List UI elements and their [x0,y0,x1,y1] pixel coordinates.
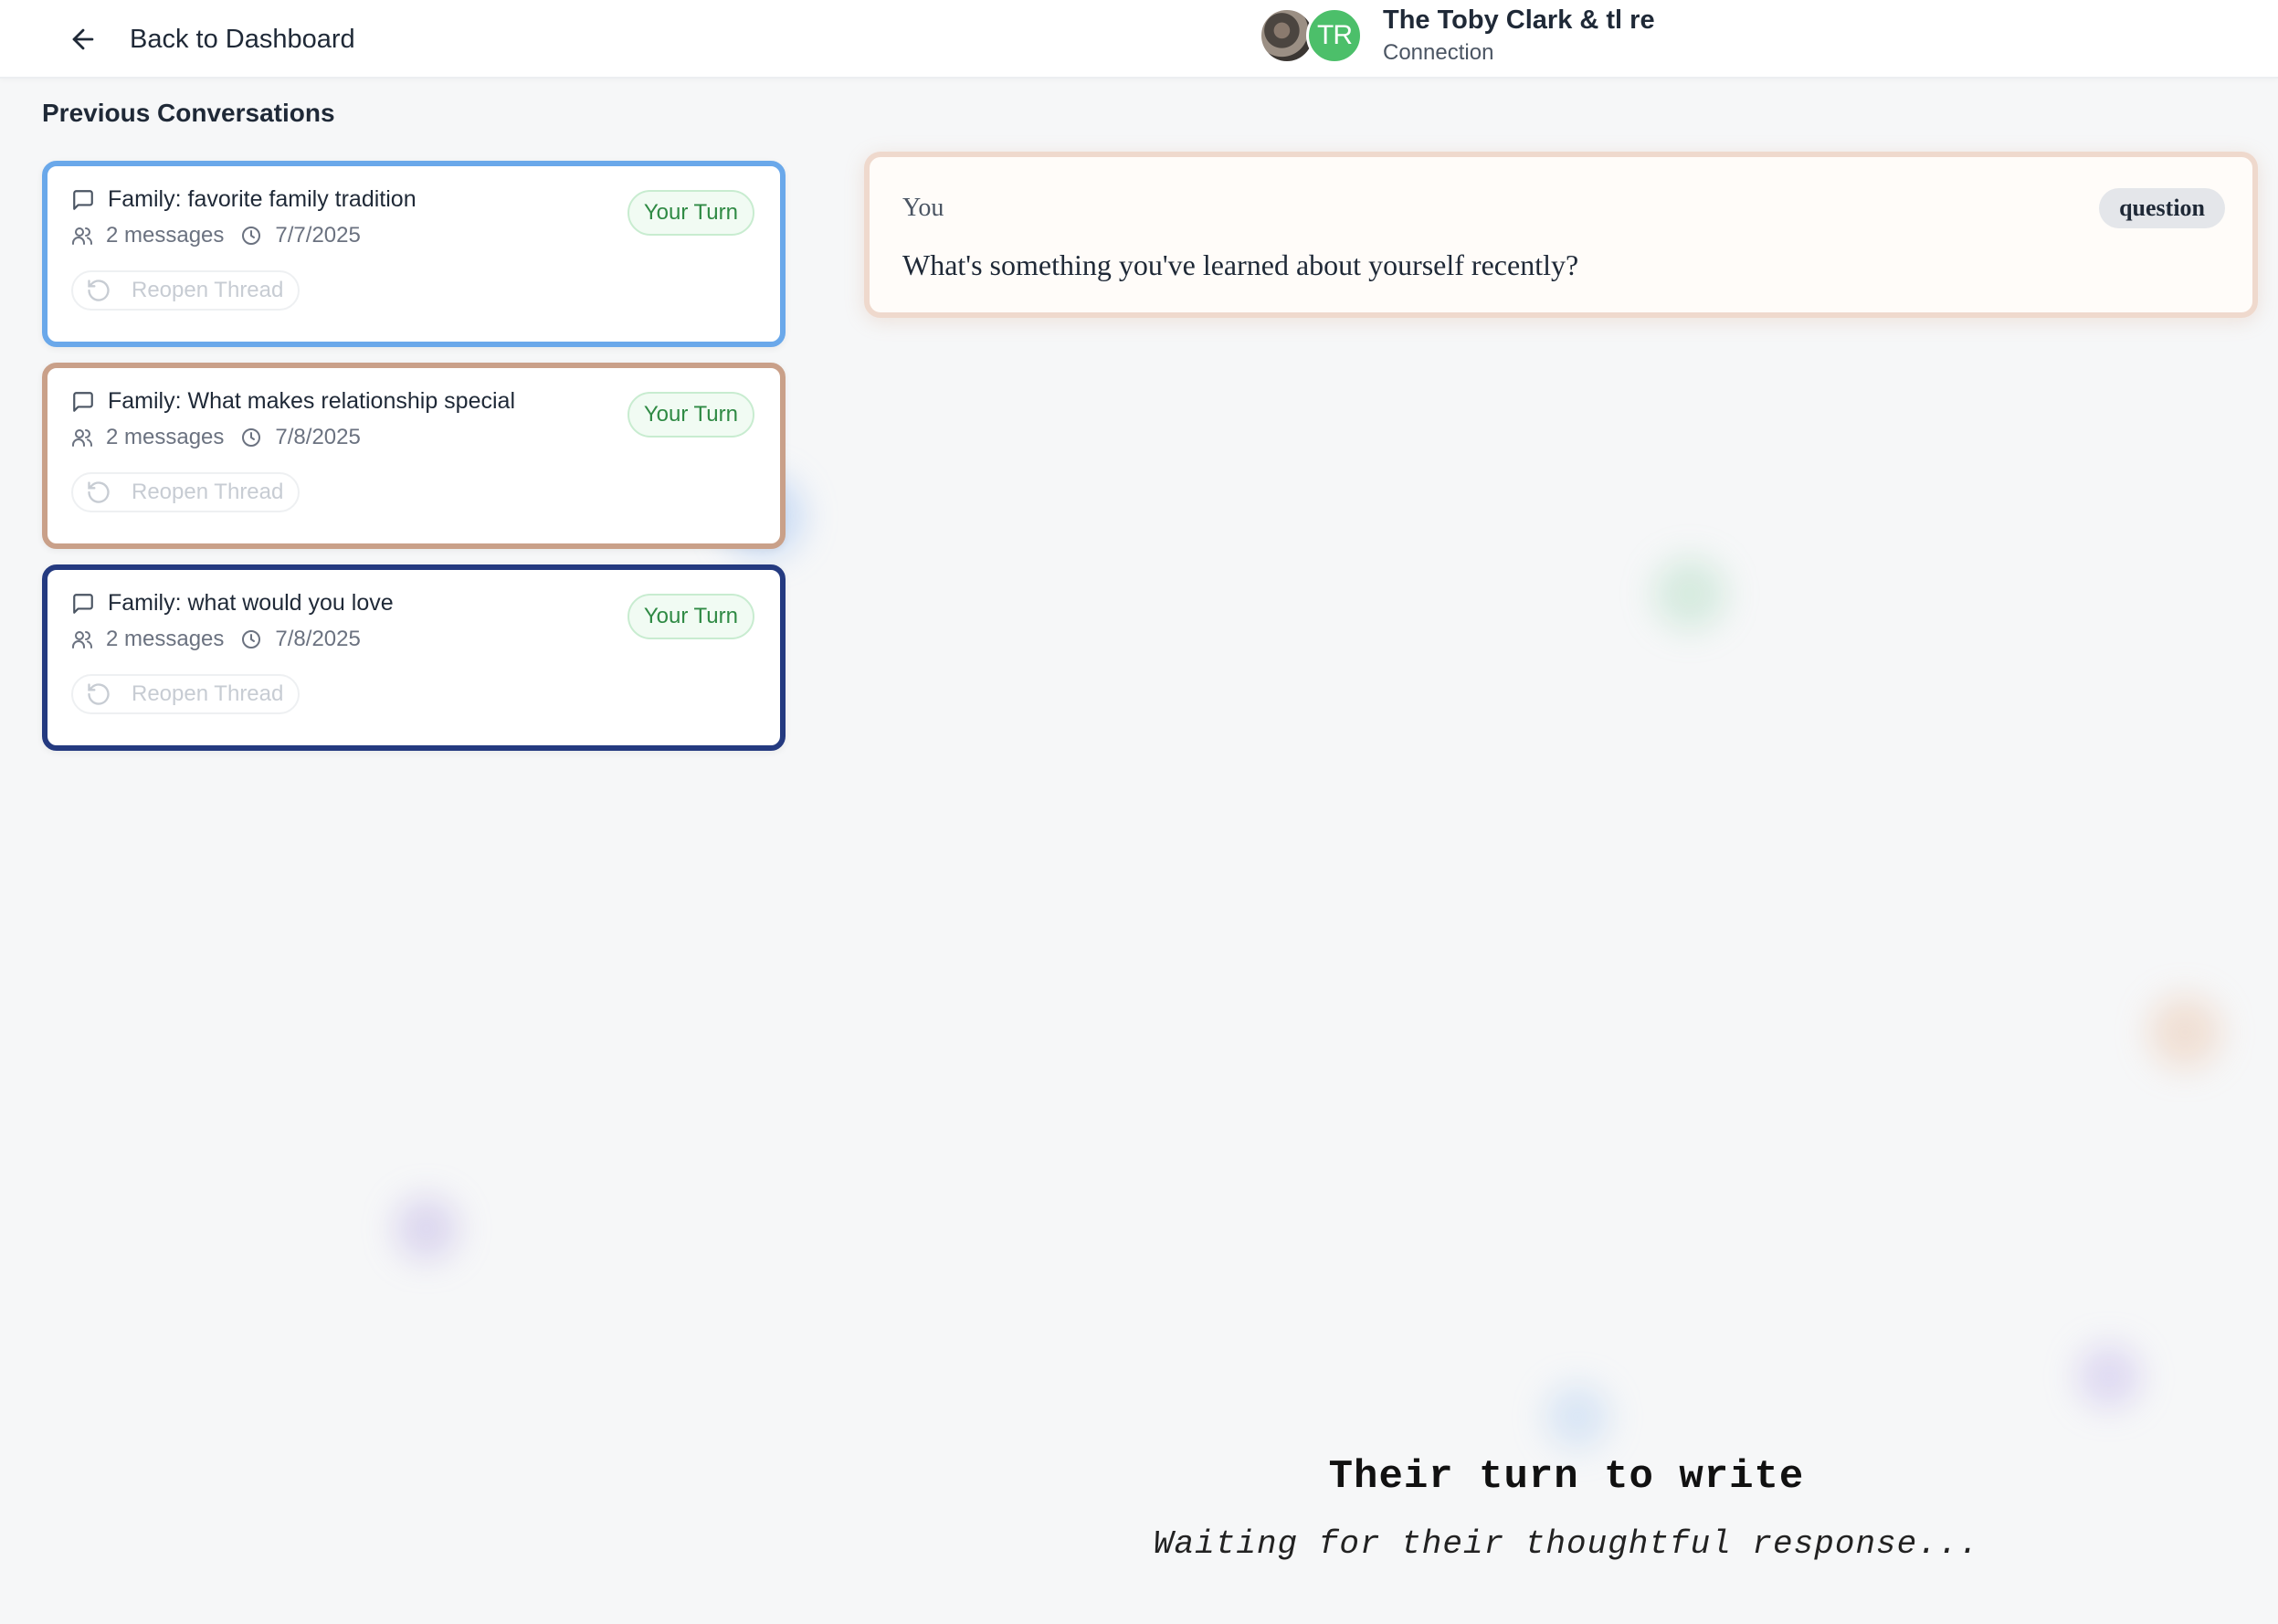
reopen-thread-button[interactable]: Reopen Thread [71,674,301,714]
clock-icon [242,630,261,649]
decorative-blur-violet [2077,1345,2141,1408]
previous-conversations-title: Previous Conversations [42,99,335,127]
thread-date: 7/8/2025 [275,425,361,449]
message-count: 2 messages [106,627,225,651]
connection-type: Connection [1383,40,1494,65]
thread-title: Family: What makes relationship special [108,388,515,414]
avatar-initials: TR [1306,7,1363,64]
rotate-ccw-icon [88,481,110,503]
reopen-thread-button[interactable]: Reopen Thread [71,270,301,311]
clock-icon [242,227,261,245]
decorative-blur-orange [2148,996,2221,1069]
thread-title: Family: favorite family tradition [108,186,417,212]
reopen-thread-label: Reopen Thread [132,278,284,302]
users-icon [72,631,92,649]
connection-name: The Toby Clark & tl re [1383,5,1655,35]
users-icon [72,429,92,447]
message-author: You [902,194,944,222]
rotate-ccw-icon [88,279,110,301]
your-turn-badge: Your Turn [627,594,754,639]
users-icon [72,227,92,245]
message-count: 2 messages [106,223,225,248]
thread-card[interactable]: Family: what would you love 2 messages 7… [42,564,786,751]
decorative-blur-lightblue [1545,1385,1609,1449]
message-square-icon [73,593,93,614]
decorative-blur-green [1653,557,1726,630]
rotate-ccw-icon [88,683,110,705]
thread-date: 7/7/2025 [275,223,361,248]
decorative-blur-purple [395,1197,459,1260]
top-header: Back to Dashboard TR The Toby Clark & tl… [0,0,2278,79]
back-to-dashboard-link[interactable]: Back to Dashboard [68,16,355,62]
message-card: You question What's something you've lea… [864,152,2258,318]
connection-avatars: TR [1259,7,1363,64]
reopen-thread-button[interactable]: Reopen Thread [71,472,301,512]
waiting-subtitle: Waiting for their thoughtful response... [1153,1525,1980,1563]
your-turn-badge: Your Turn [627,190,754,236]
reopen-thread-label: Reopen Thread [132,480,284,504]
arrow-left-icon [72,28,94,50]
message-type-badge: question [2099,188,2225,228]
your-turn-badge: Your Turn [627,392,754,438]
thread-card[interactable]: Family: What makes relationship special … [42,363,786,549]
reopen-thread-label: Reopen Thread [132,681,284,706]
clock-icon [242,428,261,447]
back-to-dashboard-label: Back to Dashboard [130,24,355,54]
message-count: 2 messages [106,425,225,449]
thread-date: 7/8/2025 [275,627,361,651]
message-text: What's something you've learned about yo… [902,248,1579,281]
message-square-icon [73,189,93,210]
message-square-icon [73,391,93,412]
waiting-title: Their turn to write [1328,1454,1805,1500]
thread-card[interactable]: Family: favorite family tradition 2 mess… [42,161,786,347]
thread-title: Family: what would you love [108,590,394,616]
